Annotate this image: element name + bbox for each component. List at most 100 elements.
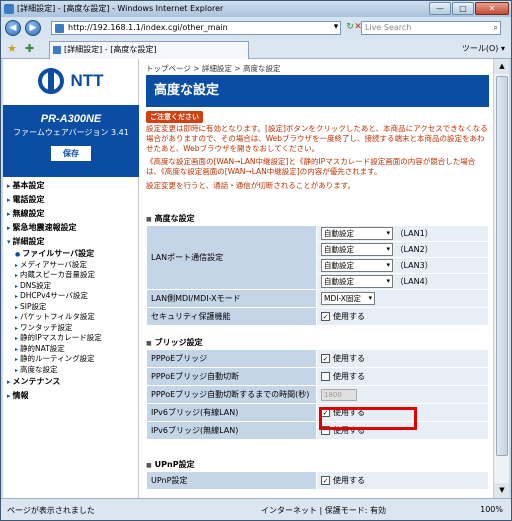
address-bar-row: ◀ ▶ http://192.168.1.1/index.cgi/other_m… xyxy=(1,17,511,39)
auto-cut-label: PPPoEブリッジ自動切断 xyxy=(146,367,317,386)
lan2-select[interactable]: 自動設定 xyxy=(321,243,393,256)
submenu-item[interactable]: ワンタッチ設定 xyxy=(7,323,137,334)
menu-detail[interactable]: 詳細設定 xyxy=(7,235,137,249)
title-bar: [詳細設定] - [高度な設定] - Windows Internet Expl… xyxy=(1,1,511,17)
ipv6-wired-label: IPv6ブリッジ(有線LAN) xyxy=(146,403,317,422)
search-input[interactable]: Live Search ⌕ xyxy=(361,21,501,35)
security-checkbox[interactable]: ✓ xyxy=(321,312,330,321)
save-button[interactable]: 保存 xyxy=(51,146,91,161)
cut-time-input[interactable]: 1800 xyxy=(321,388,357,401)
menu-phone[interactable]: 電話設定 xyxy=(7,193,137,207)
upnp-checkbox[interactable]: ✓ xyxy=(321,476,330,485)
security-zone: インターネット | 保護モード: 有効 xyxy=(261,506,387,515)
favorites-icon[interactable]: ★ xyxy=(7,42,17,55)
tools-menu[interactable]: ツール(O) ▾ xyxy=(462,43,505,54)
ntt-logo-mark xyxy=(38,68,65,94)
minimize-button[interactable]: — xyxy=(429,2,451,15)
lan3-select[interactable]: 自動設定 xyxy=(321,259,393,272)
section-advanced: 高度な設定 xyxy=(146,213,489,224)
page-icon xyxy=(53,46,61,54)
main-panel: トップページ > 詳細設定 > 高度な設定 高度な設定 ご注意ください 設定変更… xyxy=(144,59,489,498)
zoom-level[interactable]: 100% xyxy=(480,505,503,514)
auto-cut-checkbox[interactable] xyxy=(321,372,330,381)
lan4-select[interactable]: 自動設定 xyxy=(321,275,393,288)
maximize-button[interactable]: □ xyxy=(452,2,474,15)
lan3-label: （LAN3） xyxy=(395,261,433,270)
submenu-item[interactable]: SIP設定 xyxy=(7,302,137,313)
search-placeholder: Live Search xyxy=(365,23,412,32)
browser-window: [詳細設定] - [高度な設定] - Windows Internet Expl… xyxy=(0,0,512,521)
notice-label: ご注意ください xyxy=(146,111,203,123)
ntt-logo: NTT xyxy=(3,59,139,103)
brand-name: NTT xyxy=(70,71,104,90)
submenu-item[interactable]: 静的IPマスカレード設定 xyxy=(7,333,137,344)
pppoe-bridge-label: PPPoEブリッジ xyxy=(146,349,317,368)
bridge-table: PPPoEブリッジ ✓ 使用する PPPoEブリッジ自動切断 使用する PPPoE… xyxy=(146,349,489,440)
menu-earthquake[interactable]: 緊急地震速報設定 xyxy=(7,221,137,235)
scroll-thumb[interactable] xyxy=(496,76,508,456)
page-icon xyxy=(55,24,64,33)
upnp-value: 使用する xyxy=(333,476,365,485)
notice-text-3: 設定変更を行うと、通話・通信が切断されることがあります。 xyxy=(146,181,355,190)
sidebar: NTT PR-A300NE ファームウェアバージョン 3.41 保存 基本設定 … xyxy=(3,59,139,498)
add-favorites-icon[interactable]: ✚ xyxy=(25,42,34,55)
firmware-version: ファームウェアバージョン 3.41 xyxy=(13,128,129,137)
section-upnp: UPnP設定 xyxy=(146,459,489,470)
menu-wireless[interactable]: 無線設定 xyxy=(7,207,137,221)
close-button[interactable]: ✕ xyxy=(475,2,509,15)
url-text: http://192.168.1.1/index.cgi/other_main xyxy=(68,23,228,32)
breadcrumb: トップページ > 詳細設定 > 高度な設定 xyxy=(146,64,281,73)
forward-icon[interactable]: ▶ xyxy=(25,20,41,36)
tab-bar: ★ ✚ [詳細設定] - [高度な設定] ツール(O) ▾ xyxy=(1,39,511,59)
submenu-item[interactable]: 高度な設定 xyxy=(7,365,137,376)
model-panel: PR-A300NE ファームウェアバージョン 3.41 保存 xyxy=(3,105,139,177)
scroll-down-icon[interactable]: ▼ xyxy=(494,483,509,498)
auto-cut-value: 使用する xyxy=(333,372,365,381)
mdi-select[interactable]: MDI-X固定 xyxy=(321,292,375,305)
browser-tab[interactable]: [詳細設定] - [高度な設定] xyxy=(49,41,249,59)
window-title: [詳細設定] - [高度な設定] - Windows Internet Expl… xyxy=(17,4,224,13)
menu-basic[interactable]: 基本設定 xyxy=(7,179,137,193)
lan2-label: （LAN2） xyxy=(395,245,433,254)
back-icon[interactable]: ◀ xyxy=(5,20,21,36)
submenu-item[interactable]: ファイルサーバ設定 xyxy=(7,249,137,260)
submenu-item[interactable]: 静的NAT設定 xyxy=(7,344,137,355)
lan-port-label: LANポート通信設定 xyxy=(146,225,317,290)
submenu-item[interactable]: メディアサーバ設定 xyxy=(7,260,137,271)
mdi-label: LAN側MDI/MDI-Xモード xyxy=(146,289,317,308)
ipv6-wireless-label: IPv6ブリッジ(無線LAN) xyxy=(146,421,317,440)
submenu-item[interactable]: 内蔵スピーカ音量設定 xyxy=(7,270,137,281)
page-title: 高度な設定 xyxy=(146,75,489,107)
lan1-label: （LAN1） xyxy=(395,229,433,238)
lan4-label: （LAN4） xyxy=(395,277,433,286)
ie-icon xyxy=(4,4,14,14)
lan1-select[interactable]: 自動設定 xyxy=(321,227,393,240)
notice-box: ご注意ください 設定変更は即時に有効となります。[設定]ボタンをクリックしたあと… xyxy=(146,111,489,191)
submenu-item[interactable]: 静的ルーティング設定 xyxy=(7,354,137,365)
upnp-table: UPnP設定 ✓ 使用する xyxy=(146,471,489,490)
pppoe-bridge-checkbox[interactable]: ✓ xyxy=(321,354,330,363)
dropdown-icon[interactable]: ▾ xyxy=(329,21,343,35)
submenu-item[interactable]: DHCPv4サーバ設定 xyxy=(7,291,137,302)
advanced-table: LANポート通信設定 自動設定 （LAN1） 自動設定 （LAN2） 自動設定 … xyxy=(146,225,489,326)
pppoe-bridge-value: 使用する xyxy=(333,354,365,363)
menu-info[interactable]: 情報 xyxy=(7,389,137,403)
security-label: セキュリティ保護機能 xyxy=(146,307,317,326)
sidebar-menu: 基本設定 電話設定 無線設定 緊急地震速報設定 詳細設定 ファイルサーバ設定 メ… xyxy=(7,179,137,403)
notice-text-2: 《高度な設定画面の[WAN→LAN中継設定]と《静的IPマスカレード設定画面の内… xyxy=(146,157,476,176)
submenu-item[interactable]: パケットフィルタ設定 xyxy=(7,312,137,323)
upnp-label: UPnP設定 xyxy=(146,471,317,490)
scroll-up-icon[interactable]: ▲ xyxy=(494,59,509,74)
address-field[interactable]: http://192.168.1.1/index.cgi/other_main xyxy=(51,21,341,35)
section-bridge: ブリッジ設定 xyxy=(146,337,489,348)
vertical-scrollbar[interactable]: ▲ ▼ xyxy=(493,59,509,498)
menu-maintenance[interactable]: メンテナンス xyxy=(7,375,137,389)
model-name: PR-A300NE xyxy=(40,113,102,125)
search-icon[interactable]: ⌕ xyxy=(494,22,498,34)
notice-text-1: 設定変更は即時に有効となります。[設定]ボタンをクリックしたあと、本商品にアクセ… xyxy=(146,124,488,153)
tab-label: [詳細設定] - [高度な設定] xyxy=(64,45,157,54)
cut-time-label: PPPoEブリッジ自動切断するまでの時間(秒) xyxy=(146,385,317,404)
page-content: NTT PR-A300NE ファームウェアバージョン 3.41 保存 基本設定 … xyxy=(3,59,509,498)
security-value: 使用する xyxy=(333,312,365,321)
submenu-item[interactable]: DNS設定 xyxy=(7,281,137,292)
